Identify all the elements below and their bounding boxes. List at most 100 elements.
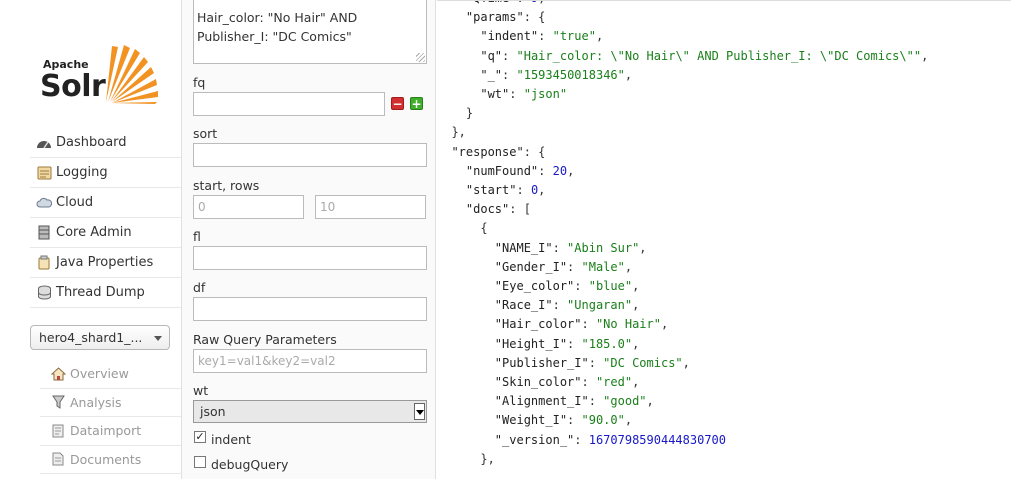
json-punct: ,	[632, 298, 640, 313]
json-punct: : {	[523, 10, 546, 25]
json-punct: :	[581, 317, 596, 332]
nav-item-thread-dump[interactable]: Thread Dump	[30, 278, 181, 308]
java-properties-icon	[30, 255, 56, 270]
nav-item-label: Logging	[56, 165, 108, 180]
json-punct: ,	[567, 163, 575, 178]
query-form: Hair_color: "No Hair" AND Publisher_I: "…	[181, 0, 436, 479]
cloud-icon	[30, 197, 56, 209]
json-line: "Publisher_I": "DC Comics",	[437, 354, 928, 373]
json-punct: :	[567, 336, 582, 351]
json-punct: :	[567, 259, 582, 274]
core-item-analysis[interactable]: Analysis	[40, 389, 181, 417]
json-punct: : [	[509, 202, 531, 217]
q-textarea[interactable]: Hair_color: "No Hair" AND Publisher_I: "…	[193, 0, 427, 64]
json-punct: :	[574, 432, 589, 447]
core-admin-icon	[30, 225, 56, 240]
json-punct: :	[516, 1, 530, 5]
json-line: "Eye_color": "blue",	[437, 277, 928, 296]
json-number: 1670798590444830700	[588, 432, 727, 447]
json-key: "Publisher_I"	[494, 355, 589, 370]
debug-query-checkbox[interactable]	[194, 456, 206, 468]
core-selector[interactable]: hero4_shard1_...	[30, 325, 170, 350]
start-placeholder: 0	[198, 200, 206, 214]
json-punct: :	[502, 48, 517, 63]
resize-handle-icon[interactable]	[416, 53, 425, 62]
json-line: "NAME_I": "Abin Sur",	[437, 239, 928, 258]
core-selector-value: hero4_shard1_...	[39, 330, 143, 345]
core-item-dataimport[interactable]: Dataimport	[40, 417, 181, 446]
solr-logo[interactable]: Apache Solr	[40, 42, 165, 108]
json-key: "q"	[480, 48, 503, 63]
json-punct: ,	[921, 48, 929, 63]
json-line: "docs": [	[437, 200, 928, 219]
json-string: "good"	[603, 394, 647, 409]
wt-select[interactable]: json	[193, 400, 427, 423]
thread-dump-icon	[30, 285, 56, 300]
json-key: "params"	[465, 10, 524, 25]
json-key: "QTime"	[466, 1, 517, 5]
json-punct: }	[437, 106, 474, 121]
json-response: "QTime": 9, "params": { "indent": "true"…	[437, 1, 929, 469]
json-punct	[437, 433, 495, 447]
nav-item-label: Cloud	[56, 195, 94, 210]
json-string: "blue"	[588, 279, 633, 294]
json-key: "_"	[480, 67, 503, 82]
nav-item-label: Java Properties	[56, 255, 154, 270]
json-line: {	[437, 219, 928, 238]
core-item-overview[interactable]: Overview	[40, 360, 181, 389]
json-punct	[437, 87, 480, 101]
nav-item-cloud[interactable]: Cloud	[30, 188, 181, 218]
json-punct: :	[516, 183, 531, 198]
json-punct: ,	[639, 240, 647, 255]
json-line: "params": {	[437, 8, 928, 27]
json-punct	[437, 375, 495, 389]
nav-item-dashboard[interactable]: Dashboard	[30, 128, 181, 158]
json-punct: :	[574, 279, 589, 294]
json-string: "Abin Sur"	[567, 240, 640, 255]
add-fq-button[interactable]: +	[410, 97, 423, 110]
json-string: "1593450018346"	[516, 67, 625, 82]
rows-input[interactable]: 10	[315, 195, 426, 219]
df-input[interactable]	[193, 297, 427, 321]
json-line: "Race_I": "Ungaran",	[437, 296, 928, 315]
remove-fq-button[interactable]: −	[391, 97, 404, 110]
json-key: "Weight_I"	[494, 413, 568, 428]
sort-input[interactable]	[193, 143, 427, 167]
json-punct	[437, 145, 451, 159]
nav-item-logging[interactable]: Logging	[30, 158, 181, 188]
json-string: "Hair_color: \"No Hair\" AND Publisher_I…	[516, 48, 922, 63]
nav-item-label: Dashboard	[56, 135, 127, 150]
core-item-documents[interactable]: Documents	[40, 446, 181, 474]
json-punct	[437, 356, 495, 370]
fl-input[interactable]	[193, 246, 427, 270]
start-rows-label: start, rows	[193, 178, 260, 193]
json-line: "Skin_color": "red",	[437, 373, 928, 392]
json-string: "185.0"	[581, 336, 633, 351]
fq-input[interactable]	[193, 92, 385, 116]
json-punct: ,	[538, 183, 546, 198]
nav-item-core-admin[interactable]: Core Admin	[30, 218, 181, 248]
raw-params-placeholder: key1=val1&key2=val2	[198, 354, 336, 368]
nav-item-java-properties[interactable]: Java Properties	[30, 248, 181, 278]
start-input[interactable]: 0	[193, 195, 304, 219]
chevron-down-icon[interactable]	[414, 403, 425, 420]
raw-params-input[interactable]: key1=val1&key2=val2	[193, 349, 427, 373]
wt-label: wt	[193, 383, 209, 398]
indent-checkbox[interactable]: ✓	[194, 431, 206, 443]
json-punct: ,	[632, 279, 640, 294]
json-string: "Male"	[581, 259, 625, 274]
sidebar: Apache Solr Dashboard Logging Cloud Core…	[0, 0, 181, 479]
debug-query-label: debugQuery	[211, 457, 289, 472]
json-punct	[437, 298, 495, 312]
json-line: "wt": "json"	[437, 85, 928, 104]
json-string: "No Hair"	[595, 317, 661, 332]
json-punct: },	[437, 125, 466, 140]
json-punct: ,	[624, 259, 633, 274]
json-punct	[437, 337, 495, 351]
df-label: df	[193, 280, 206, 295]
json-punct: :	[552, 240, 568, 255]
json-punct	[437, 10, 466, 24]
json-string: "90.0"	[581, 413, 625, 428]
json-line: "Gender_I": "Male",	[437, 258, 928, 277]
json-line: "Height_I": "185.0",	[437, 335, 928, 354]
